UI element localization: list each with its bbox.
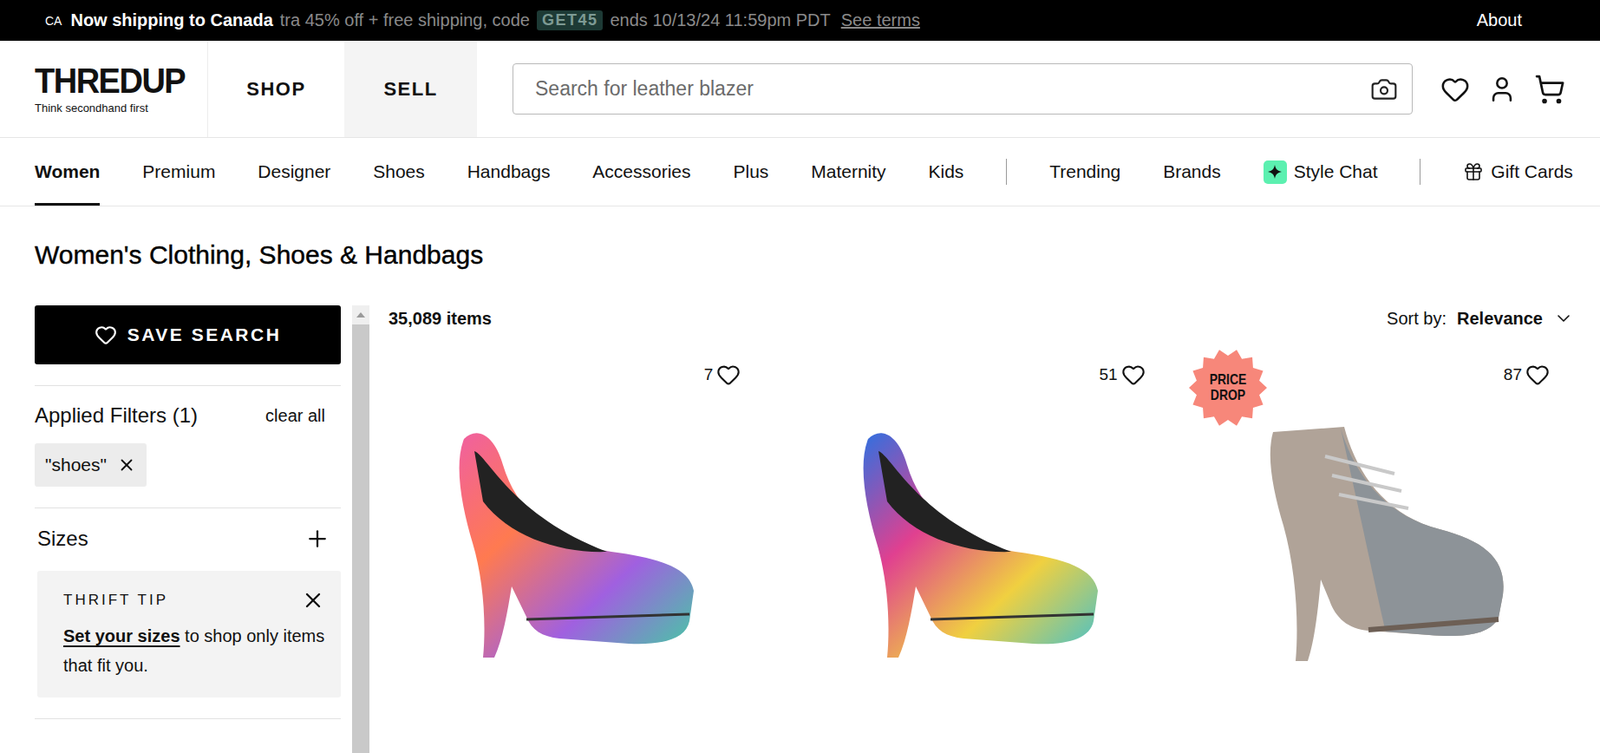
sidebar-scrollbar[interactable] [352,305,370,753]
style-chat-icon [1263,160,1287,184]
promo-code: GET45 [536,10,604,31]
like-row: 51 [792,362,1169,387]
page-title: Women's Clothing, Shoes & Handbags [0,206,1600,271]
user-icon[interactable] [1487,74,1517,105]
search-input[interactable] [533,76,1371,102]
filter-chips: "shoes" [34,443,341,487]
page: CA Now shipping to Canada tra 45% off + fr… [0,0,1600,753]
promo-end-text: ends 10/13/24 11:59pm PDT [609,10,830,31]
heart-icon[interactable] [1121,362,1146,387]
results: 35,089 items Sort by: Relevance 7 51 87 PRICE … [388,305,1600,753]
results-header: 35,089 items Sort by: Relevance [388,305,1574,332]
nav-item[interactable]: Designer [257,137,331,206]
plus-icon[interactable] [304,525,331,552]
nav-item[interactable]: Shoes [372,137,425,206]
promo-text: tra 45% off + free shipping, code [280,10,530,31]
gift-icon [1462,161,1484,183]
scroll-up-icon[interactable] [352,305,370,325]
terms-link[interactable]: See terms [841,10,921,31]
nav-item[interactable]: Women [34,137,100,206]
nav-item[interactable]: Premium [142,137,216,206]
nav-item[interactable]: Accessories [592,137,691,206]
header-icons [1440,40,1566,138]
sort-dropdown[interactable]: Sort by: Relevance [1386,307,1574,329]
clear-all-link[interactable]: clear all [265,405,326,426]
sparkle-icon [1267,164,1282,179]
divider [34,507,341,509]
logo-text: THREDUP [34,63,208,98]
product-grid: 7 51 87 PRICE DROP [388,362,1574,753]
shoe-image-icon [1229,421,1542,682]
logo[interactable]: THREDUP Think secondhand first [0,40,208,138]
gift-cards-link[interactable]: Gift Cards [1462,137,1574,206]
price-drop-badge: PRICE DROP [1188,348,1267,427]
logo-tagline: Think secondhand first [34,101,208,115]
heart-icon[interactable] [1440,74,1470,105]
like-count: 51 [1099,365,1118,385]
set-sizes-link[interactable]: Set your sizes [63,626,181,646]
sort-value: Relevance [1456,308,1543,329]
nav-divider [1005,158,1007,185]
filter-sidebar: SAVE SEARCH Applied Filters (1) clear all "… [34,305,341,719]
close-icon[interactable] [117,455,137,475]
category-nav: Women Premium Designer Shoes Handbags Accesso… [0,137,1600,207]
thrift-tip-text: Set your sizes to shop only items that f… [63,620,326,680]
cart-icon[interactable] [1534,73,1566,105]
about-link[interactable]: About [1476,10,1522,31]
item-count: 35,089 items [388,308,492,329]
product-card[interactable]: 7 [388,362,765,753]
search-box [512,63,1413,115]
content: SAVE SEARCH Applied Filters (1) clear all "… [0,305,1600,753]
chevron-down-icon [1553,307,1574,329]
nav-divider [1419,158,1421,185]
nav-item[interactable]: Kids [927,137,964,206]
product-image[interactable] [792,386,1169,753]
filter-chip[interactable]: "shoes" [34,443,147,487]
product-image[interactable] [1197,386,1574,753]
nav-link[interactable]: Style Chat [1263,137,1378,206]
nav-link[interactable]: Trending [1049,137,1121,206]
save-search-button[interactable]: SAVE SEARCH [34,305,341,365]
applied-filters-header: Applied Filters (1) clear all [34,385,341,428]
shoe-image-icon [824,421,1137,682]
product-card[interactable]: 51 [792,362,1169,753]
thrift-tip-header: THRIFT TIP [63,587,326,613]
divider [34,385,341,386]
heart-icon [94,323,118,347]
camera-icon[interactable] [1370,75,1398,104]
heart-icon[interactable] [716,362,741,387]
nav-link[interactable]: Brands [1162,137,1222,206]
sort-label: Sort by: [1386,308,1447,329]
divider [34,718,341,719]
like-row: 7 [388,362,765,387]
nav-item[interactable]: Maternity [810,137,886,206]
promo-bar: CA Now shipping to Canada tra 45% off + fr… [0,0,1600,41]
like-count: 87 [1503,365,1522,385]
header-tab[interactable]: SHOP [207,40,345,138]
nav-item[interactable]: Plus [732,137,769,206]
like-count: 7 [704,365,714,385]
product-card[interactable]: 87 PRICE DROP [1197,362,1574,753]
shipping-text: Now shipping to Canada [70,10,273,31]
header-tab[interactable]: SELL [344,40,477,138]
header: THREDUP Think secondhand firstSHOPSELL [0,40,1600,138]
filter-section-label: Sizes [37,526,89,551]
thrift-tip: THRIFT TIP Set your sizes to shop only it… [37,570,341,698]
thrift-tip-title: THRIFT TIP [63,591,169,609]
close-icon[interactable] [300,587,326,613]
product-image[interactable] [388,386,765,753]
badge-text: PRICE DROP [1206,372,1249,404]
filter-section[interactable]: Sizes [34,508,341,552]
applied-filters-title: Applied Filters (1) [34,403,198,428]
region-label: CA [45,13,62,28]
nav-item[interactable]: Handbags [467,137,551,206]
heart-icon[interactable] [1525,362,1550,387]
shoe-image-icon [420,421,733,682]
